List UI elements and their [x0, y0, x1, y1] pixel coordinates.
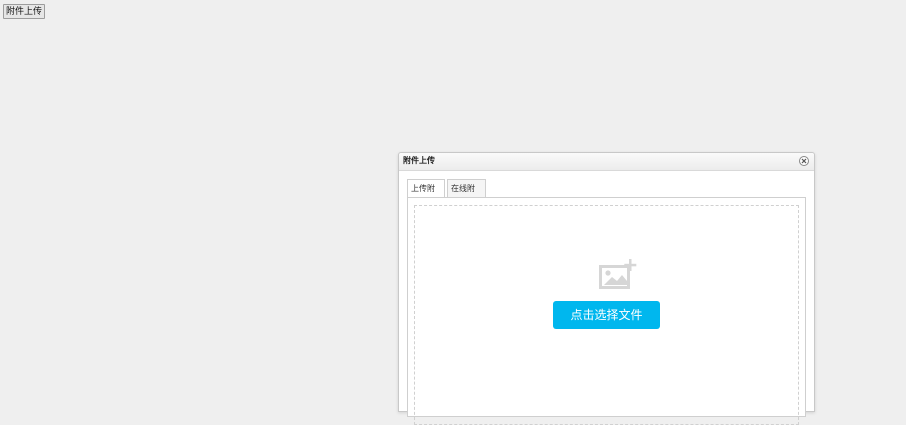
- dialog-title: 附件上传: [403, 156, 435, 165]
- attachment-upload-button[interactable]: 附件上传: [3, 4, 46, 19]
- choose-file-button[interactable]: 点击选择文件: [553, 301, 660, 329]
- tab-online-attachment[interactable]: 在线附件: [447, 179, 486, 210]
- close-icon[interactable]: [799, 156, 809, 166]
- upload-dropzone[interactable]: 点击选择文件: [414, 205, 799, 425]
- upload-panel: 点击选择文件: [407, 197, 806, 425]
- tab-upload-attachment[interactable]: 上传附件: [407, 179, 445, 210]
- image-add-icon: [599, 259, 637, 289]
- dialog-header: 附件上传: [399, 153, 814, 171]
- upload-dialog: 附件上传 上传附件 在线附件 点击选择文件: [398, 152, 815, 425]
